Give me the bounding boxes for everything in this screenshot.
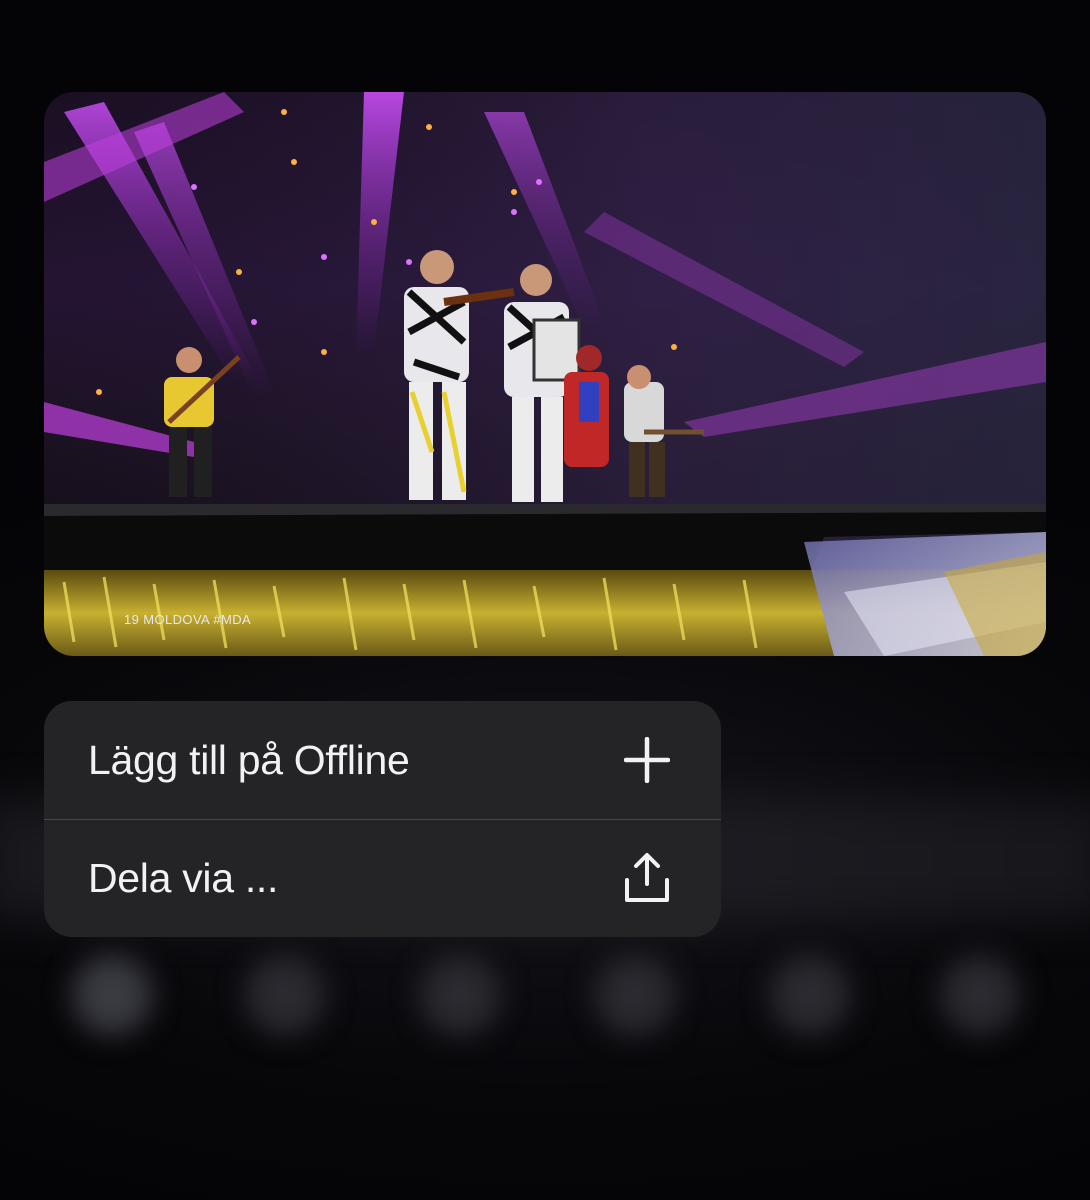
blurred-background-icon bbox=[420, 955, 500, 1035]
share-via-menu-item[interactable]: Dela via ... bbox=[44, 819, 721, 937]
blurred-background-icon bbox=[940, 955, 1020, 1035]
share-icon bbox=[623, 853, 671, 902]
stage-scene-image bbox=[44, 92, 1046, 656]
blurred-background-icon bbox=[595, 955, 675, 1035]
blurred-background-icon bbox=[770, 955, 850, 1035]
blurred-background-icon bbox=[72, 955, 152, 1035]
add-to-offline-menu-item[interactable]: Lägg till på Offline bbox=[44, 701, 721, 819]
blurred-background-icon bbox=[245, 955, 325, 1035]
screen: 19 MOLDOVA #MDA Lägg till på Offline Del… bbox=[0, 0, 1090, 1200]
video-thumbnail[interactable]: 19 MOLDOVA #MDA bbox=[44, 92, 1046, 656]
video-caption: 19 MOLDOVA #MDA bbox=[124, 612, 252, 627]
plus-icon bbox=[623, 736, 671, 784]
context-menu: Lägg till på Offline Dela via ... bbox=[44, 701, 721, 937]
add-to-offline-label: Lägg till på Offline bbox=[88, 736, 410, 783]
share-via-label: Dela via ... bbox=[88, 854, 279, 901]
